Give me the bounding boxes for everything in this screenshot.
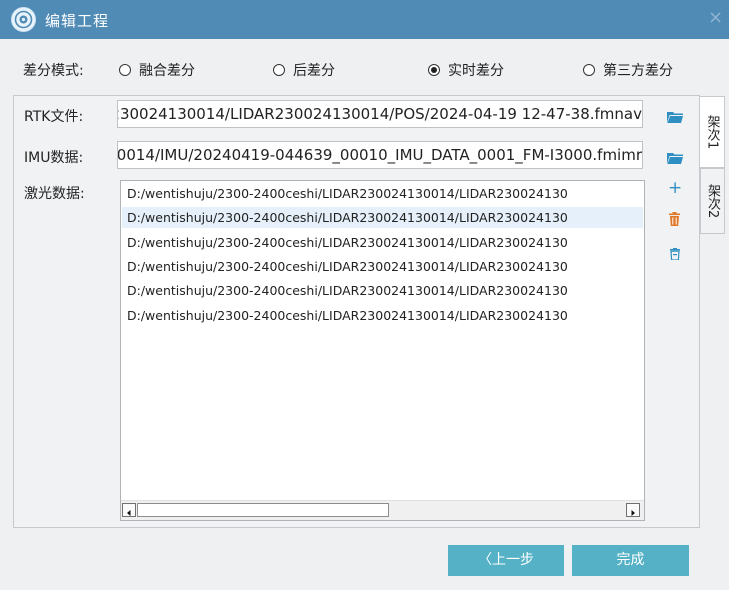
diff-mode-group: 差分模式: 融合差分 后差分 实时差分 第三方差分 <box>0 57 729 83</box>
radio-realtime-diff-circle <box>428 64 440 76</box>
diff-mode-label: 差分模式: <box>23 63 84 79</box>
radio-realtime-diff[interactable]: 实时差分 <box>428 59 504 81</box>
delete-icon[interactable] <box>669 211 680 230</box>
scroll-left-button[interactable] <box>122 503 136 517</box>
list-item[interactable]: D:/wentishuju/2300-2400ceshi/LIDAR230024… <box>127 280 642 301</box>
radio-post-diff-circle <box>273 64 285 76</box>
app-logo-icon <box>11 7 36 32</box>
list-item[interactable]: D:/wentishuju/2300-2400ceshi/LIDAR230024… <box>127 232 642 253</box>
laser-data-label: 激光数据: <box>24 186 85 202</box>
window-title: 编辑工程 <box>45 12 110 30</box>
add-icon[interactable]: + <box>668 180 682 197</box>
close-icon[interactable]: × <box>708 7 723 28</box>
previous-step-button[interactable]: 〈上一步 <box>448 545 564 576</box>
scroll-left-arrow-icon <box>127 510 131 516</box>
scroll-thumb[interactable] <box>137 503 389 517</box>
imu-data-value: D:/wentishuju/2300-2400ceshi/LIDAR230024… <box>117 146 642 164</box>
list-item-selected[interactable]: D:/wentishuju/2300-2400ceshi/LIDAR230024… <box>122 207 643 228</box>
tab-sortie-2[interactable]: 架次2 <box>700 168 725 234</box>
scroll-right-arrow-icon <box>631 510 635 516</box>
imu-data-field[interactable]: D:/wentishuju/2300-2400ceshi/LIDAR230024… <box>117 141 643 169</box>
radio-post-diff[interactable]: 后差分 <box>273 59 335 81</box>
radio-post-diff-label: 后差分 <box>293 63 335 79</box>
rtk-file-value: D:/wentishuju/2300-2400ceshi/LIDAR230024… <box>118 105 642 123</box>
radio-thirdparty-diff-circle <box>583 64 595 76</box>
radio-fusion-diff[interactable]: 融合差分 <box>119 59 195 81</box>
tab-sortie-1[interactable]: 架次1 <box>700 96 725 168</box>
imu-browse-folder-icon[interactable] <box>667 149 683 168</box>
list-item[interactable]: D:/wentishuju/2300-2400ceshi/LIDAR230024… <box>127 305 642 326</box>
imu-data-label: IMU数据: <box>24 150 84 166</box>
rtk-file-field[interactable]: D:/wentishuju/2300-2400ceshi/LIDAR230024… <box>117 100 643 128</box>
clear-icon[interactable] <box>670 245 680 264</box>
radio-thirdparty-diff[interactable]: 第三方差分 <box>583 59 673 81</box>
horizontal-scrollbar[interactable] <box>121 500 644 520</box>
radio-thirdparty-diff-label: 第三方差分 <box>603 63 673 79</box>
rtk-browse-folder-icon[interactable] <box>667 108 683 127</box>
radio-fusion-diff-label: 融合差分 <box>139 63 195 79</box>
rtk-file-label: RTK文件: <box>24 109 84 125</box>
title-bar: 编辑工程 × <box>0 0 729 39</box>
list-item[interactable]: D:/wentishuju/2300-2400ceshi/LIDAR230024… <box>127 183 642 204</box>
list-item[interactable]: D:/wentishuju/2300-2400ceshi/LIDAR230024… <box>127 256 642 277</box>
radio-fusion-diff-circle <box>119 64 131 76</box>
radio-realtime-diff-label: 实时差分 <box>448 63 504 79</box>
laser-data-list[interactable]: D:/wentishuju/2300-2400ceshi/LIDAR230024… <box>120 180 645 521</box>
finish-button[interactable]: 完成 <box>572 545 689 576</box>
edit-project-dialog: 编辑工程 × 差分模式: 融合差分 后差分 实时差分 第三方差分 RTK文件: … <box>0 0 729 590</box>
scroll-right-button[interactable] <box>626 503 640 517</box>
